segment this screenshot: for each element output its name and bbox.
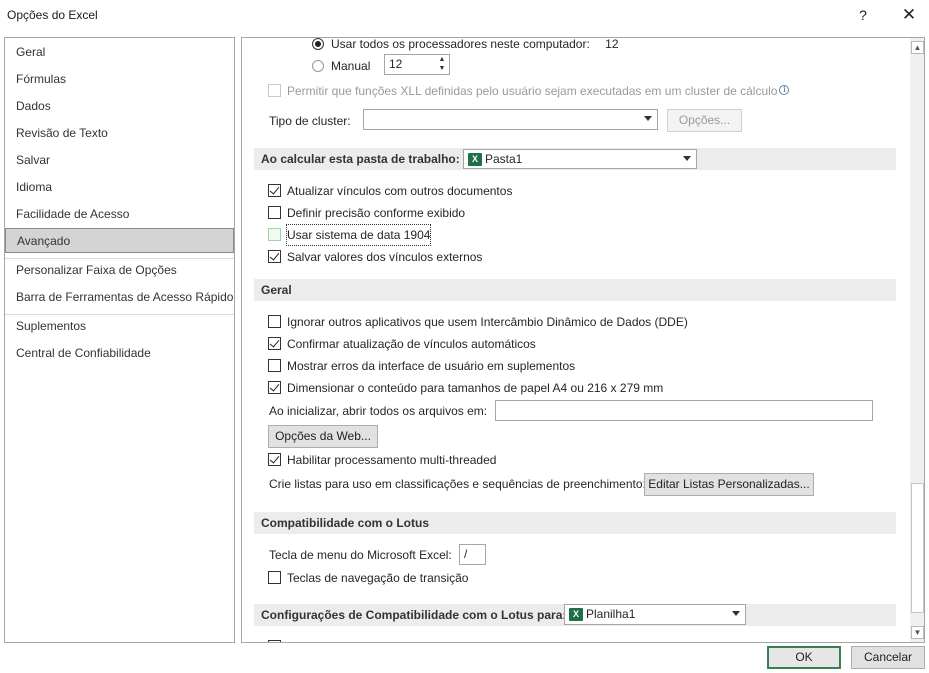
- show-addin-errors-checkbox[interactable]: [268, 359, 281, 373]
- sheet-select[interactable]: X Planilha1: [564, 604, 746, 625]
- custom-lists-label: Crie listas para uso em classificações e…: [269, 477, 646, 491]
- manual-radio[interactable]: [312, 59, 324, 72]
- startup-folder-input[interactable]: [495, 400, 873, 421]
- advanced-options-pane: Usar todos os processadores neste comput…: [241, 37, 925, 643]
- cancel-button[interactable]: Cancelar: [851, 646, 925, 669]
- date-1904-label: Usar sistema de data 1904: [285, 223, 432, 246]
- menu-key-label: Tecla de menu do Microsoft Excel:: [269, 548, 452, 562]
- window-title: Opções do Excel: [7, 8, 98, 22]
- excel-workbook-icon: X: [468, 153, 482, 167]
- scroll-up-icon[interactable]: ▲: [911, 41, 924, 54]
- show-addin-errors-label: Mostrar erros da interface de usuário em…: [287, 358, 576, 373]
- sidebar: Geral Fórmulas Dados Revisão de Texto Sa…: [4, 37, 235, 643]
- sidebar-item-dados[interactable]: Dados: [5, 94, 234, 119]
- use-all-processors-label: Usar todos os processadores neste comput…: [331, 37, 590, 51]
- chevron-down-icon: [732, 611, 740, 616]
- scale-paper-label: Dimensionar o conteúdo para tamanhos de …: [287, 380, 664, 395]
- calc-workbook-header-label: Ao calcular esta pasta de trabalho:: [261, 152, 460, 166]
- scroll-down-icon[interactable]: ▼: [911, 626, 924, 639]
- transition-nav-row[interactable]: Teclas de navegação de transição: [268, 567, 468, 587]
- cluster-options-button[interactable]: Opções...: [667, 109, 742, 132]
- general-option-row[interactable]: Mostrar erros da interface de usuário em…: [268, 355, 575, 375]
- sheet-select-value: Planilha1: [586, 607, 636, 621]
- general-option-row[interactable]: Dimensionar o conteúdo para tamanhos de …: [268, 377, 663, 397]
- scrollbar-thumb[interactable]: [911, 483, 924, 613]
- calc-option-row[interactable]: Salvar valores dos vínculos externos: [268, 246, 482, 266]
- excel-sheet-icon: X: [569, 608, 583, 622]
- web-options-button[interactable]: Opções da Web...: [268, 425, 378, 448]
- spin-up-icon[interactable]: ▲: [435, 55, 449, 64]
- general-option-row[interactable]: Confirmar atualização de vínculos automá…: [268, 333, 536, 353]
- manual-label: Manual: [331, 58, 371, 73]
- workbook-select[interactable]: X Pasta1: [463, 149, 697, 169]
- precision-as-displayed-label: Definir precisão conforme exibido: [287, 205, 466, 220]
- save-external-links-label: Salvar valores dos vínculos externos: [287, 249, 483, 264]
- multithreaded-label: Habilitar processamento multi-threaded: [287, 452, 497, 467]
- startup-folder-label: Ao inicializar, abrir todos os arquivos …: [269, 404, 488, 418]
- update-links-label: Atualizar vínculos com outros documentos: [287, 183, 513, 198]
- processors-count: 12: [605, 37, 619, 51]
- save-external-links-checkbox[interactable]: [268, 250, 281, 264]
- allow-xll-label: Permitir que funções XLL definidas pelo …: [287, 83, 778, 98]
- menu-key-input[interactable]: /: [459, 544, 486, 565]
- confirm-links-checkbox[interactable]: [268, 337, 281, 351]
- confirm-links-label: Confirmar atualização de vínculos automá…: [287, 336, 536, 351]
- help-button[interactable]: ?: [843, 0, 883, 30]
- manual-threads-value: 12: [389, 57, 403, 71]
- general-header-label: Geral: [261, 283, 292, 297]
- general-section-header: Geral: [254, 279, 896, 301]
- title-bar: Opções do Excel ? ✕: [0, 0, 929, 30]
- spinner-arrows[interactable]: ▲ ▼: [435, 55, 449, 74]
- scale-paper-checkbox[interactable]: [268, 381, 281, 395]
- lotus-section-header: Compatibilidade com o Lotus: [254, 512, 896, 534]
- sidebar-item-suplementos[interactable]: Suplementos: [5, 314, 234, 339]
- cluster-type-select[interactable]: [363, 109, 658, 130]
- close-button[interactable]: ✕: [889, 0, 929, 30]
- allow-xll-checkbox[interactable]: [268, 84, 281, 98]
- info-icon: i: [779, 85, 790, 95]
- calc-option-row[interactable]: Definir precisão conforme exibido: [268, 202, 465, 222]
- multithreaded-checkbox[interactable]: [268, 453, 281, 467]
- sidebar-item-idioma[interactable]: Idioma: [5, 175, 234, 200]
- sidebar-item-salvar[interactable]: Salvar: [5, 148, 234, 173]
- workbook-select-value: Pasta1: [485, 152, 523, 166]
- cluster-type-label: Tipo de cluster:: [269, 114, 351, 128]
- sidebar-item-central[interactable]: Central de Confiabilidade: [5, 341, 234, 366]
- manual-row[interactable]: Manual: [312, 55, 370, 75]
- sidebar-item-formulas[interactable]: Fórmulas: [5, 67, 234, 92]
- chevron-down-icon: [683, 156, 691, 161]
- transition-nav-label: Teclas de navegação de transição: [287, 570, 469, 585]
- calc-option-row[interactable]: Atualizar vínculos com outros documentos: [268, 180, 512, 200]
- ignore-dde-label: Ignorar outros aplicativos que usem Inte…: [287, 314, 688, 329]
- transition-nav-checkbox[interactable]: [268, 571, 281, 585]
- update-links-checkbox[interactable]: [268, 184, 281, 198]
- multithreaded-row[interactable]: Habilitar processamento multi-threaded: [268, 449, 496, 469]
- sidebar-item-personalizar-faixa[interactable]: Personalizar Faixa de Opções: [5, 258, 234, 283]
- sidebar-item-revisao[interactable]: Revisão de Texto: [5, 121, 234, 146]
- calc-option-row[interactable]: Usar sistema de data 1904: [268, 223, 432, 246]
- vertical-scrollbar[interactable]: ▲ ▼: [910, 38, 924, 642]
- spin-down-icon[interactable]: ▼: [435, 64, 449, 73]
- manual-threads-spinner[interactable]: 12 ▲ ▼: [384, 54, 450, 75]
- sidebar-item-geral[interactable]: Geral: [5, 40, 234, 65]
- edit-custom-lists-button[interactable]: Editar Listas Personalizadas...: [644, 473, 814, 496]
- sidebar-item-barra-acesso[interactable]: Barra de Ferramentas de Acesso Rápido: [5, 285, 234, 310]
- precision-as-displayed-checkbox[interactable]: [268, 206, 281, 220]
- use-all-processors-radio[interactable]: [312, 38, 324, 50]
- ok-button[interactable]: OK: [767, 646, 841, 669]
- sidebar-item-avancado[interactable]: Avançado: [5, 228, 234, 253]
- lotus-settings-header-label: Configurações de Compatibilidade com o L…: [261, 608, 567, 622]
- date-1904-checkbox[interactable]: [268, 228, 281, 242]
- allow-xll-row[interactable]: Permitir que funções XLL definidas pelo …: [268, 80, 790, 100]
- general-option-row[interactable]: Ignorar outros aplicativos que usem Inte…: [268, 311, 688, 331]
- ignore-dde-checkbox[interactable]: [268, 315, 281, 329]
- cut-off-checkbox[interactable]: [268, 640, 281, 642]
- chevron-down-icon: [644, 116, 652, 121]
- use-all-processors-row[interactable]: Usar todos os processadores neste comput…: [312, 37, 619, 53]
- lotus-header-label: Compatibilidade com o Lotus: [261, 516, 430, 530]
- sidebar-item-facilidade[interactable]: Facilidade de Acesso: [5, 202, 234, 227]
- menu-key-value: /: [464, 547, 468, 561]
- cut-off-option-row[interactable]: [268, 636, 287, 642]
